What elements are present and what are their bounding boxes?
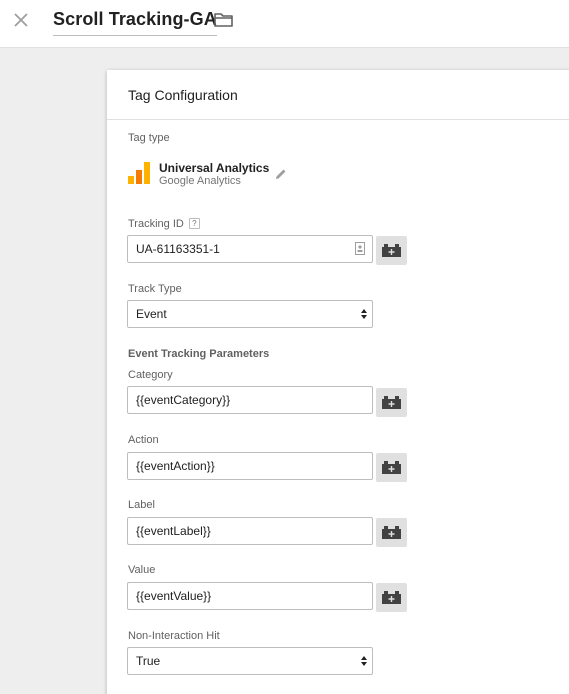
tag-configuration-card: Tag Configuration Tag type Universal Ana…	[107, 70, 569, 694]
label-label: Label	[128, 499, 155, 511]
tag-type-name[interactable]: Universal Analytics	[159, 161, 269, 175]
variable-picker-icon	[382, 396, 401, 409]
top-bar: Scroll Tracking-GA	[0, 0, 569, 48]
value-label: Value	[128, 564, 156, 576]
tracking-id-label: Tracking ID?	[128, 218, 200, 230]
variable-picker-button[interactable]	[376, 388, 407, 417]
divider	[107, 119, 569, 120]
folder-icon[interactable]	[213, 10, 235, 30]
non-interaction-hit-select[interactable]: True	[127, 647, 373, 675]
variable-picker-icon	[382, 461, 401, 474]
value-value: {{eventValue}}	[136, 589, 212, 603]
action-input[interactable]: {{eventAction}}	[127, 452, 373, 480]
select-arrows-icon	[361, 309, 367, 319]
pencil-icon[interactable]	[274, 167, 288, 181]
value-input[interactable]: {{eventValue}}	[127, 582, 373, 610]
contact-card-icon	[355, 242, 365, 255]
tracking-id-label-text: Tracking ID	[128, 218, 184, 230]
tag-type-label: Tag type	[128, 132, 170, 144]
variable-picker-icon	[382, 526, 401, 539]
tracking-id-input[interactable]: UA-61163351-1	[127, 235, 373, 263]
event-tracking-parameters-heading: Event Tracking Parameters	[128, 348, 270, 360]
variable-picker-button[interactable]	[376, 583, 407, 612]
non-interaction-hit-label: Non-Interaction Hit	[128, 630, 220, 642]
card-title: Tag Configuration	[128, 87, 238, 103]
variable-picker-icon	[382, 591, 401, 604]
label-input[interactable]: {{eventLabel}}	[127, 517, 373, 545]
track-type-label: Track Type	[128, 283, 182, 295]
category-input[interactable]: {{eventCategory}}	[127, 386, 373, 414]
google-analytics-logo-icon	[128, 162, 150, 184]
action-label: Action	[128, 434, 159, 446]
variable-picker-button[interactable]	[376, 453, 407, 482]
non-interaction-hit-value: True	[136, 654, 161, 668]
track-type-select[interactable]: Event	[127, 300, 373, 328]
label-value: {{eventLabel}}	[136, 524, 211, 538]
category-value: {{eventCategory}}	[136, 393, 231, 407]
help-icon[interactable]: ?	[188, 218, 200, 229]
tag-type-vendor: Google Analytics	[159, 175, 241, 187]
category-label: Category	[128, 369, 173, 381]
tag-title[interactable]: Scroll Tracking-GA	[53, 9, 217, 36]
variable-picker-button[interactable]	[376, 236, 407, 265]
action-value: {{eventAction}}	[136, 459, 215, 473]
select-arrows-icon	[361, 656, 367, 666]
close-icon[interactable]	[10, 9, 32, 31]
variable-picker-icon	[382, 244, 401, 257]
track-type-value: Event	[136, 307, 167, 321]
variable-picker-button[interactable]	[376, 518, 407, 547]
tracking-id-value: UA-61163351-1	[136, 242, 220, 256]
